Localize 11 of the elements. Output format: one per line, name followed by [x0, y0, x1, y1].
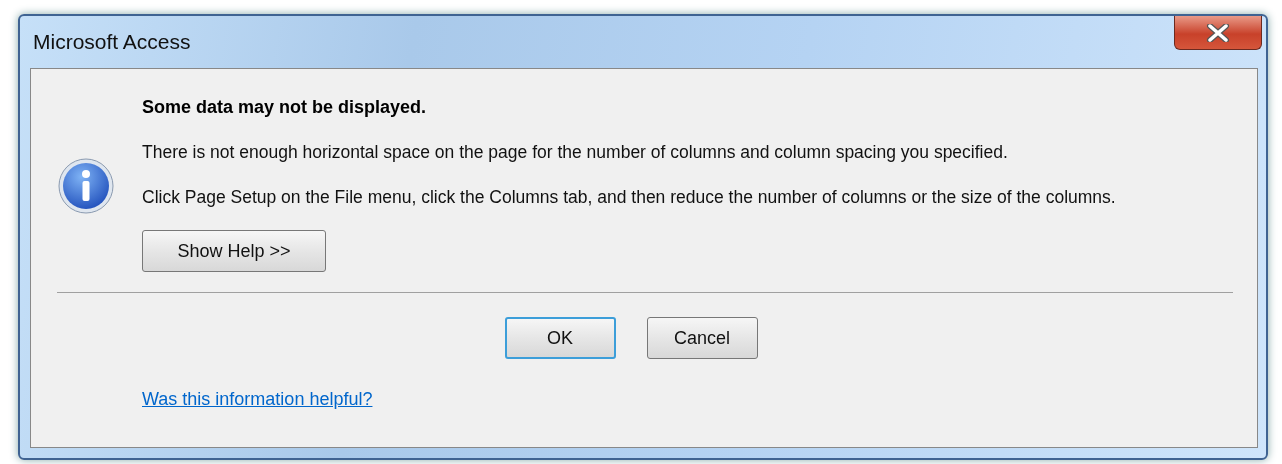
- window-title: Microsoft Access: [33, 30, 191, 54]
- close-button[interactable]: [1174, 16, 1262, 50]
- info-icon: [57, 157, 115, 215]
- show-help-button[interactable]: Show Help >>: [142, 230, 326, 272]
- dialog-button[interactable]: Cancel: [646, 317, 758, 359]
- message-text: There is not enough horizontal space on the page for the number of columns and column spacing you specified.: [142, 142, 1008, 163]
- dialog-button[interactable]: OK: [504, 317, 616, 359]
- feedback-link[interactable]: Was this information helpful?: [142, 389, 373, 410]
- close-icon: [1206, 23, 1230, 42]
- message-text: Click Page Setup on the File menu, click the Columns tab, and then reduce the number of columns or the size of the columns.: [142, 187, 1116, 208]
- message-heading: Some data may not be displayed.: [142, 97, 427, 118]
